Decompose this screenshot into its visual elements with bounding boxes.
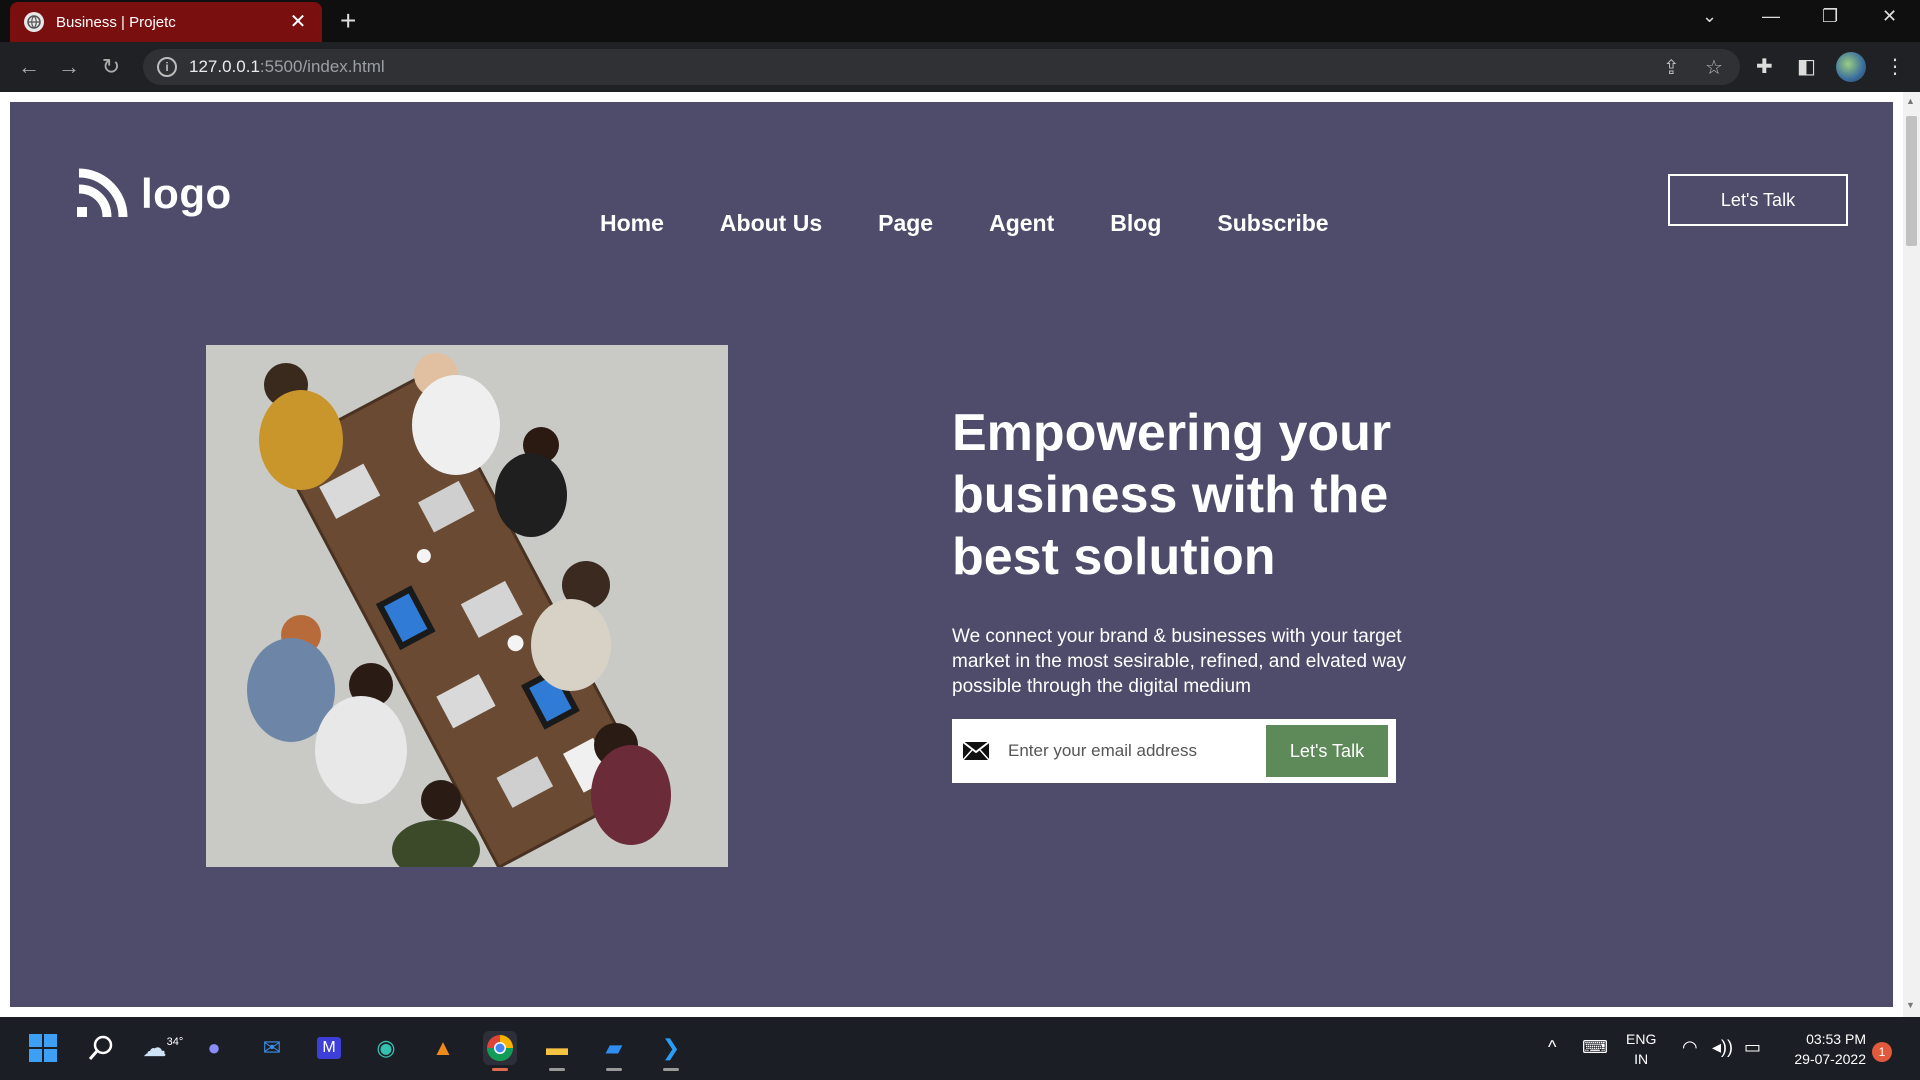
hero-headline: Empowering your business with the best s… bbox=[952, 404, 1392, 586]
browser-tab[interactable]: Business | Projetc ✕ bbox=[10, 2, 322, 42]
nav-about-us[interactable]: About Us bbox=[720, 210, 822, 237]
extensions-icon[interactable]: ✚ bbox=[1756, 54, 1773, 79]
app-icon[interactable]: M bbox=[312, 1031, 346, 1065]
screen: Business | Projetc ✕ + ⌄ — ❐ ✕ ← → ↻ i 1… bbox=[0, 0, 1920, 1080]
scroll-down-icon[interactable]: ▼ bbox=[1906, 1000, 1915, 1010]
keyboard-icon[interactable]: ⌨ bbox=[1582, 1037, 1608, 1058]
clock-time: 03:53 PM bbox=[1806, 1031, 1866, 1047]
battery-icon[interactable]: ▭ bbox=[1744, 1037, 1761, 1058]
nav-home[interactable]: Home bbox=[600, 210, 664, 237]
tab-title: Business | Projetc bbox=[56, 13, 176, 31]
back-icon[interactable]: ← bbox=[16, 54, 42, 80]
vscode-icon[interactable]: ❯ bbox=[654, 1031, 688, 1071]
start-icon[interactable] bbox=[26, 1031, 60, 1065]
forward-icon[interactable]: → bbox=[56, 54, 82, 80]
clock[interactable]: 03:53 PM 29-07-2022 bbox=[1780, 1029, 1866, 1069]
hero-image bbox=[206, 345, 728, 867]
share-icon[interactable]: ⇪ bbox=[1663, 55, 1680, 80]
volume-icon[interactable]: ◂)) bbox=[1712, 1037, 1733, 1058]
nav-agent[interactable]: Agent bbox=[989, 210, 1054, 237]
nav-subscribe[interactable]: Subscribe bbox=[1217, 210, 1328, 237]
windows-taskbar: ☁ 34° ● ✉ M ◉ ▲ ▬ ▰ ❯ ^ ⌨ ENG IN ◠ ◂)) ▭ … bbox=[0, 1017, 1920, 1080]
hero-subtext: We connect your brand & businesses with … bbox=[952, 626, 1407, 697]
wifi-icon[interactable]: ◠ bbox=[1682, 1037, 1698, 1058]
store-icon[interactable]: ▰ bbox=[597, 1031, 631, 1071]
rss-logo-icon bbox=[77, 168, 128, 218]
lang-bottom: IN bbox=[1634, 1051, 1649, 1067]
side-panel-icon[interactable]: ◧ bbox=[1797, 54, 1816, 79]
menu-icon[interactable]: ⋮ bbox=[1885, 54, 1905, 79]
edge-icon[interactable]: ◉ bbox=[369, 1031, 403, 1065]
chevron-down-icon[interactable]: ⌄ bbox=[1702, 6, 1717, 27]
globe-icon bbox=[24, 12, 44, 32]
close-icon[interactable]: ✕ bbox=[288, 12, 308, 32]
logo-text: logo bbox=[141, 170, 232, 217]
browser-toolbar: ← → ↻ i 127.0.0.1 :5500/index.html ⇪ ☆ ✚… bbox=[0, 42, 1920, 92]
chrome-icon[interactable] bbox=[483, 1031, 517, 1071]
weather-icon[interactable]: ☁ 34° bbox=[138, 1031, 188, 1065]
new-tab-button[interactable]: + bbox=[340, 6, 356, 36]
weather-temp: 34° bbox=[166, 1036, 184, 1048]
email-signup-form: Let's Talk bbox=[952, 719, 1396, 783]
info-icon[interactable]: i bbox=[157, 57, 177, 77]
scroll-up-icon[interactable]: ▲ bbox=[1906, 96, 1915, 106]
header-lets-talk-button[interactable]: Let's Talk bbox=[1668, 174, 1848, 226]
nav-blog[interactable]: Blog bbox=[1110, 210, 1161, 237]
url-host: 127.0.0.1 bbox=[189, 57, 260, 76]
hero-section: logo Home About Us Page Agent Blog Subsc… bbox=[10, 102, 1893, 1007]
url-path: :5500/index.html bbox=[259, 57, 385, 76]
minimize-icon[interactable]: — bbox=[1762, 6, 1780, 27]
scroll-thumb[interactable] bbox=[1906, 116, 1917, 246]
browser-tab-strip: Business | Projetc ✕ + ⌄ — ❐ ✕ bbox=[0, 0, 1920, 42]
address-bar[interactable]: i 127.0.0.1 :5500/index.html ⇪ ☆ bbox=[143, 49, 1740, 85]
mail-app-icon[interactable]: ✉ bbox=[255, 1031, 289, 1065]
email-input[interactable] bbox=[1008, 731, 1266, 771]
page-viewport: logo Home About Us Page Agent Blog Subsc… bbox=[0, 92, 1920, 1017]
chevron-up-icon[interactable]: ^ bbox=[1548, 1037, 1556, 1058]
chat-icon[interactable]: ● bbox=[197, 1031, 231, 1065]
nav-page[interactable]: Page bbox=[878, 210, 933, 237]
reload-icon[interactable]: ↻ bbox=[98, 54, 124, 80]
profile-avatar[interactable] bbox=[1836, 52, 1866, 82]
search-icon[interactable] bbox=[84, 1031, 118, 1065]
lang-top: ENG bbox=[1626, 1031, 1657, 1047]
star-icon[interactable]: ☆ bbox=[1705, 55, 1723, 80]
clock-date: 29-07-2022 bbox=[1794, 1051, 1866, 1067]
notification-badge[interactable]: 1 bbox=[1872, 1042, 1892, 1062]
page-scrollbar[interactable]: ▲ ▼ bbox=[1903, 92, 1920, 1017]
site-logo[interactable]: logo bbox=[75, 167, 232, 221]
restore-icon[interactable]: ❐ bbox=[1822, 6, 1838, 27]
vlc-icon[interactable]: ▲ bbox=[426, 1031, 460, 1065]
language-indicator[interactable]: ENG IN bbox=[1626, 1029, 1656, 1069]
main-nav: Home About Us Page Agent Blog Subscribe bbox=[600, 210, 1385, 237]
form-lets-talk-button[interactable]: Let's Talk bbox=[1266, 725, 1388, 777]
mail-icon bbox=[962, 741, 990, 761]
file-explorer-icon[interactable]: ▬ bbox=[540, 1031, 574, 1071]
window-close-icon[interactable]: ✕ bbox=[1882, 6, 1897, 27]
